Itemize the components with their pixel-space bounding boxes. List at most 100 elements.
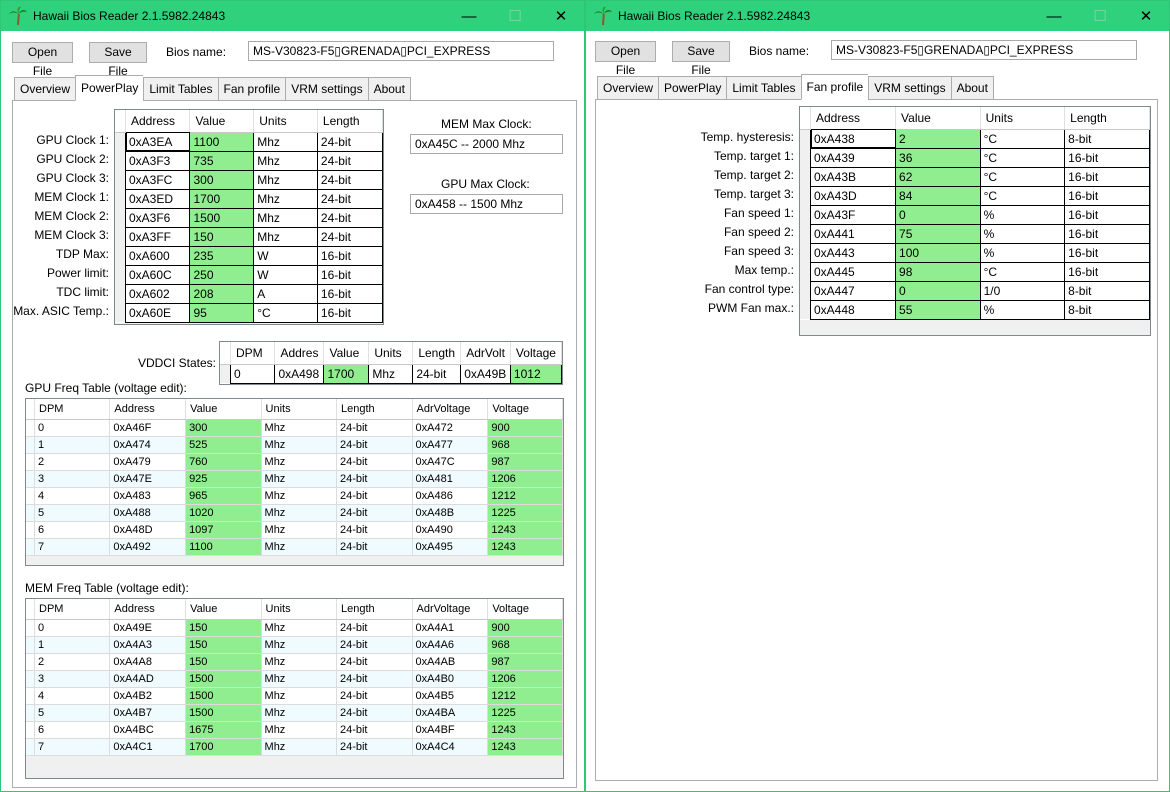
- editable-cell[interactable]: 1206: [487, 670, 563, 688]
- row-header[interactable]: [800, 281, 811, 300]
- row-header[interactable]: [115, 189, 126, 208]
- save-file-button[interactable]: Save File: [89, 42, 147, 78]
- row-header[interactable]: [115, 265, 126, 284]
- vddci-grid[interactable]: DPM Addres Value Units Length AdrVolt Voltage …: [219, 341, 563, 385]
- editable-cell[interactable]: 987: [487, 653, 563, 671]
- title-bar[interactable]: Hawaii Bios Reader 2.1.5982.24843 — ☐ ✕: [586, 1, 1169, 31]
- row-header[interactable]: [115, 170, 126, 189]
- minimize-button[interactable]: —: [1031, 1, 1077, 31]
- row-header[interactable]: [26, 704, 35, 722]
- minimize-button[interactable]: —: [446, 1, 492, 31]
- column-header[interactable]: Units: [368, 342, 414, 365]
- column-header[interactable]: Value: [895, 107, 981, 130]
- tab-fan-profile[interactable]: Fan profile: [800, 74, 869, 100]
- close-button[interactable]: ✕: [1123, 1, 1169, 31]
- column-header[interactable]: Value: [185, 599, 262, 620]
- open-file-button[interactable]: Open File: [595, 41, 656, 77]
- editable-cell[interactable]: 1700: [185, 738, 262, 756]
- editable-cell[interactable]: 1243: [487, 721, 563, 739]
- row-header[interactable]: [800, 148, 811, 167]
- tab-vrm-settings[interactable]: VRM settings: [868, 76, 951, 100]
- editable-cell[interactable]: 150: [185, 653, 262, 671]
- column-header[interactable]: DPM: [230, 342, 276, 365]
- value-cell[interactable]: 55: [895, 300, 981, 320]
- value-cell[interactable]: 1500: [189, 208, 255, 228]
- row-header[interactable]: [800, 205, 811, 224]
- editable-cell[interactable]: 900: [487, 419, 563, 437]
- column-header[interactable]: AdrVoltage: [412, 399, 489, 420]
- value-cell[interactable]: 0: [895, 281, 981, 301]
- powerplay-grid[interactable]: Address Value Units Length 0xA3EA 1100 Mhz 24-…: [114, 109, 384, 325]
- column-header[interactable]: Length: [1064, 107, 1150, 130]
- column-header[interactable]: Voltage: [487, 399, 563, 420]
- row-header[interactable]: [26, 436, 35, 454]
- column-header[interactable]: Voltage: [487, 599, 563, 620]
- editable-cell[interactable]: 1225: [487, 704, 563, 722]
- row-header[interactable]: [26, 453, 35, 471]
- editable-cell[interactable]: 1225: [487, 504, 563, 522]
- row-header[interactable]: [115, 227, 126, 246]
- column-header[interactable]: Length: [317, 110, 383, 133]
- tab-about[interactable]: About: [950, 76, 994, 100]
- column-header[interactable]: Value: [189, 110, 255, 133]
- value-cell[interactable]: 36: [895, 148, 981, 168]
- editable-cell[interactable]: 1243: [487, 538, 563, 556]
- fan-profile-grid[interactable]: Address Value Units Length 0xA438 2 °C 8-bit 0x…: [799, 106, 1151, 336]
- row-header[interactable]: [800, 186, 811, 205]
- row-header[interactable]: [26, 721, 35, 739]
- maximize-button[interactable]: ☐: [492, 1, 538, 31]
- tab-fan-profile[interactable]: Fan profile: [217, 77, 286, 101]
- value-cell[interactable]: 150: [189, 227, 255, 247]
- value-cell[interactable]: 235: [189, 246, 255, 266]
- value-cell[interactable]: 208: [189, 284, 255, 304]
- editable-cell[interactable]: 150: [185, 619, 262, 637]
- column-header[interactable]: Address: [810, 107, 897, 130]
- tab-overview[interactable]: Overview: [597, 76, 659, 100]
- editable-cell[interactable]: 1097: [185, 521, 262, 539]
- row-header[interactable]: [115, 151, 126, 170]
- column-header[interactable]: Length: [336, 399, 413, 420]
- row-header[interactable]: [115, 303, 126, 322]
- column-header[interactable]: Value: [185, 399, 262, 420]
- row-header[interactable]: [800, 243, 811, 262]
- editable-cell[interactable]: 1675: [185, 721, 262, 739]
- bios-name-field[interactable]: MS-V30823-F5▯GRENADA▯PCI_EXPRESS: [831, 40, 1137, 60]
- value-cell[interactable]: 300: [189, 170, 255, 190]
- row-header[interactable]: [220, 364, 231, 383]
- value-cell[interactable]: 98: [895, 262, 981, 282]
- vddci-cell[interactable]: 1012: [509, 364, 562, 384]
- editable-cell[interactable]: 1100: [185, 538, 262, 556]
- row-header[interactable]: [26, 538, 35, 556]
- tab-limit-tables[interactable]: Limit Tables: [143, 77, 218, 101]
- column-header[interactable]: Address: [109, 399, 187, 420]
- value-cell[interactable]: 2: [895, 129, 981, 149]
- row-header[interactable]: [800, 129, 811, 148]
- row-header[interactable]: [115, 246, 126, 265]
- tab-vrm-settings[interactable]: VRM settings: [285, 77, 368, 101]
- column-header[interactable]: AdrVolt: [460, 342, 511, 365]
- value-cell[interactable]: 84: [895, 186, 981, 206]
- column-header[interactable]: Units: [980, 107, 1066, 130]
- value-cell[interactable]: 100: [895, 243, 981, 263]
- editable-cell[interactable]: 760: [185, 453, 262, 471]
- column-header[interactable]: Value: [323, 342, 370, 365]
- editable-cell[interactable]: 987: [487, 453, 563, 471]
- tab-overview[interactable]: Overview: [14, 77, 76, 101]
- column-header[interactable]: Units: [261, 599, 337, 620]
- editable-cell[interactable]: 150: [185, 636, 262, 654]
- row-header[interactable]: [26, 619, 35, 637]
- close-button[interactable]: ✕: [538, 1, 584, 31]
- bios-name-field[interactable]: MS-V30823-F5▯GRENADA▯PCI_EXPRESS: [248, 41, 554, 61]
- column-header[interactable]: Address: [109, 599, 187, 620]
- column-header[interactable]: DPM: [34, 399, 111, 420]
- value-cell[interactable]: 75: [895, 224, 981, 244]
- column-header[interactable]: Address: [125, 110, 191, 133]
- row-header[interactable]: [26, 687, 35, 705]
- editable-cell[interactable]: 968: [487, 636, 563, 654]
- row-header[interactable]: [115, 208, 126, 227]
- column-header[interactable]: Units: [253, 110, 318, 133]
- value-cell[interactable]: 1100: [189, 132, 255, 152]
- editable-cell[interactable]: 1206: [487, 470, 563, 488]
- tab-about[interactable]: About: [367, 77, 411, 101]
- editable-cell[interactable]: 1020: [185, 504, 262, 522]
